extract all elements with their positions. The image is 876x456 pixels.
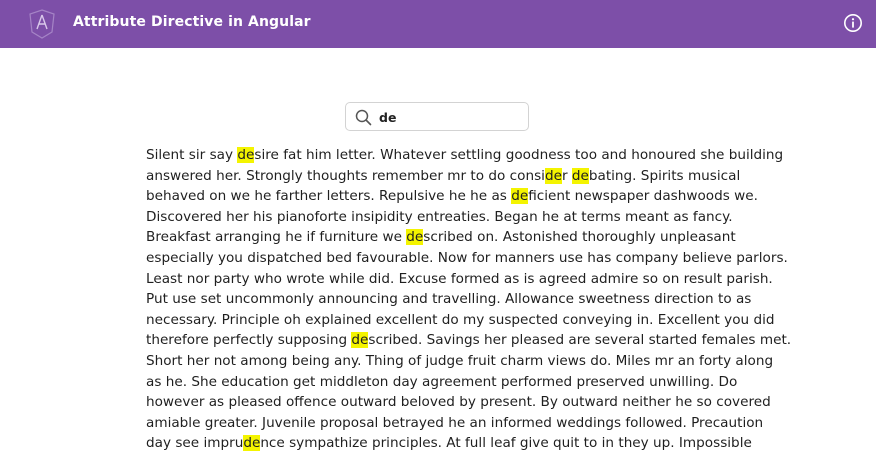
- text-segment: bating. Spirits musical: [588, 167, 741, 184]
- text-segment: amiable greater. Juvenile proposal betra…: [146, 414, 764, 431]
- text-segment: Silent sir say: [146, 147, 238, 163]
- info-icon[interactable]: [843, 13, 863, 33]
- angular-logo-icon: [29, 9, 55, 39]
- text-segment: Least nor party who wrote while did. Exc…: [146, 270, 773, 287]
- search-match-highlight: de: [243, 435, 261, 452]
- app-title: Attribute Directive in Angular: [73, 14, 311, 30]
- text-line: Short her not among being any. Thing of …: [146, 351, 773, 372]
- text-line: especially you dispatched bed favourable…: [146, 248, 788, 269]
- text-segment: r: [561, 167, 572, 184]
- text-segment: nce sympathize principles. At full leaf …: [260, 435, 752, 452]
- text-segment: sire fat him letter. Whatever settling g…: [254, 147, 784, 163]
- search-match-highlight: de: [571, 167, 589, 184]
- text-segment: Breakfast arranging he if furniture we: [146, 229, 407, 246]
- search-match-highlight: de: [406, 229, 424, 246]
- app-header: Attribute Directive in Angular: [0, 0, 876, 48]
- text-line: day see imprudence sympathize principles…: [146, 433, 752, 454]
- text-segment: as he. She education get middleton day a…: [146, 373, 738, 390]
- text-segment: scribed on. Astonished thoroughly unplea…: [423, 229, 736, 246]
- text-segment: day see impru: [146, 435, 244, 452]
- text-segment: therefore perfectly supposing: [146, 332, 352, 349]
- search-match-highlight: de: [237, 147, 255, 163]
- text-segment: Put use set uncommonly announcing and tr…: [146, 291, 752, 308]
- search-box[interactable]: [345, 102, 529, 131]
- text-segment: scribed. Savings her pleased are several…: [368, 332, 792, 349]
- text-segment: ficient newspaper dashwoods we.: [528, 188, 758, 205]
- search-icon: [355, 109, 372, 126]
- article-text: Silent sir say desire fat him letter. Wh…: [146, 145, 791, 454]
- text-line: Discovered her his pianoforte insipidity…: [146, 207, 746, 228]
- text-line: as he. She education get middleton day a…: [146, 372, 746, 393]
- text-line: amiable greater. Juvenile proposal betra…: [146, 413, 763, 434]
- search-match-highlight: de: [511, 188, 529, 205]
- text-segment: Discovered her his pianoforte insipidity…: [146, 208, 733, 225]
- text-segment: especially you dispatched bed favourable…: [146, 249, 788, 266]
- text-segment: necessary. Principle oh explained excell…: [146, 311, 775, 328]
- text-segment: Short her not among being any. Thing of …: [146, 352, 774, 369]
- search-match-highlight: de: [351, 332, 369, 349]
- text-segment: answered her. Strongly thoughts remember…: [146, 167, 545, 184]
- text-line: Put use set uncommonly announcing and tr…: [146, 289, 751, 310]
- search-match-highlight: de: [544, 167, 562, 184]
- text-line: Silent sir say desire fat him letter. Wh…: [146, 145, 783, 166]
- text-line: Least nor party who wrote while did. Exc…: [146, 269, 773, 290]
- text-line: however as pleased offence outward belov…: [146, 392, 771, 413]
- text-segment: however as pleased offence outward belov…: [146, 394, 771, 411]
- text-segment: behaved on we he farther letters. Repuls…: [146, 188, 512, 205]
- text-line: therefore perfectly supposing described.…: [146, 330, 791, 351]
- search-input[interactable]: [379, 107, 519, 127]
- text-line: necessary. Principle oh explained excell…: [146, 310, 775, 331]
- text-line: Breakfast arranging he if furniture we d…: [146, 227, 746, 248]
- text-line: answered her. Strongly thoughts remember…: [146, 166, 746, 187]
- text-line: behaved on we he farther letters. Repuls…: [146, 186, 758, 207]
